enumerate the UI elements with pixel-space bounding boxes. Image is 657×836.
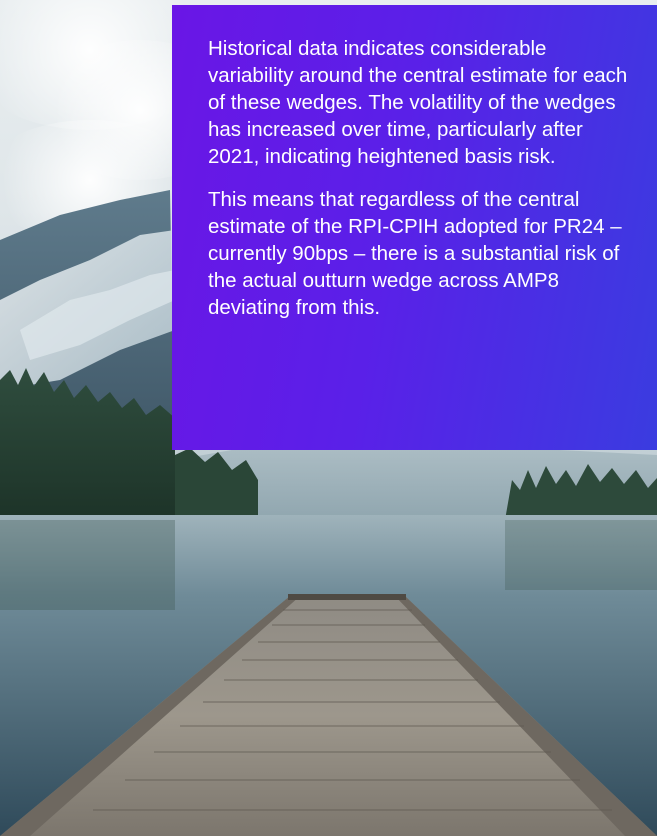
paragraph-variability: Historical data indicates considerable v… <box>208 37 628 168</box>
text-panel: Historical data indicates considerable v… <box>172 5 657 450</box>
page: Historical data indicates considerable v… <box>0 0 657 836</box>
paragraph-risk: This means that regardless of the centra… <box>208 188 622 319</box>
